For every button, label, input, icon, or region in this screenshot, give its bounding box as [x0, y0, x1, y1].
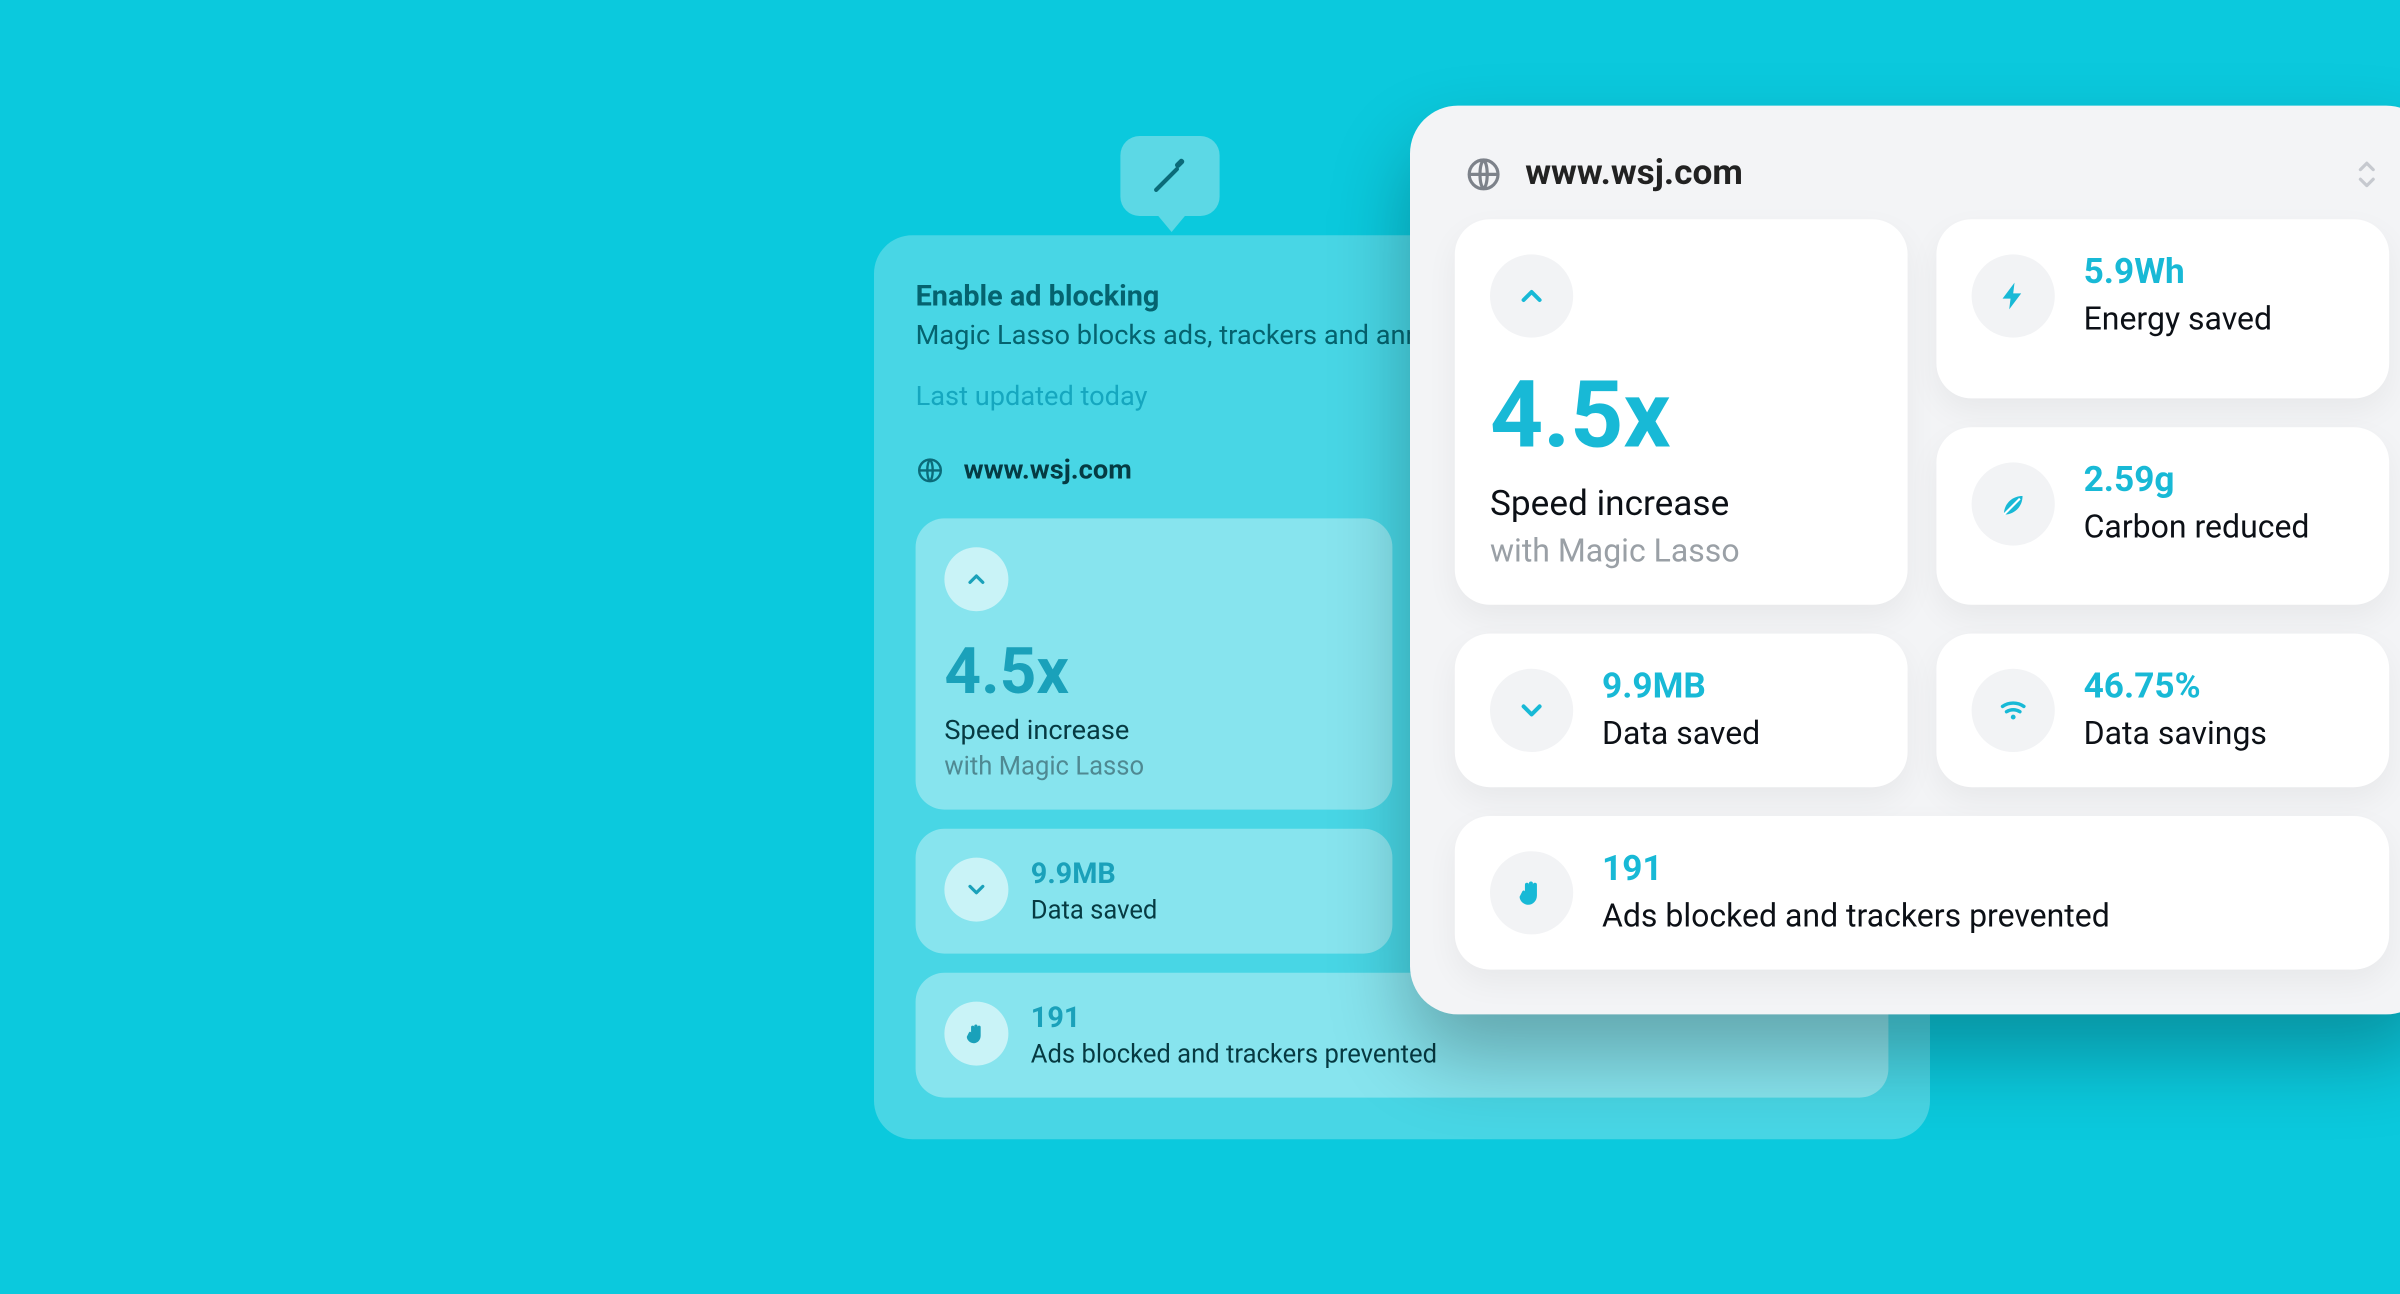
leaf-icon — [1972, 462, 2055, 545]
chevron-down-icon — [1490, 669, 1573, 752]
stats-panel: www.wsj.com 4.5x Speed increase with Mag… — [1410, 106, 2400, 1015]
stat-card-data-savings: 46.75% Data savings — [1936, 634, 2389, 788]
bp-speed-label: Speed increase — [944, 715, 1363, 747]
stat-blocked-value: 191 — [1602, 852, 2110, 891]
toolbar-extension-chip[interactable] — [1120, 136, 1219, 216]
globe-icon — [1464, 154, 1502, 192]
stat-card-energy: 5.9Wh Energy saved — [1936, 219, 2389, 397]
stat-speed-label: Speed increase — [1490, 485, 1872, 525]
bp-blocked-value: 191 — [1031, 1002, 1437, 1036]
chevron-up-icon — [944, 547, 1008, 611]
bolt-icon — [1972, 254, 2055, 337]
bp-speed-sublabel: with Magic Lasso — [944, 750, 1363, 780]
wifi-icon — [1972, 669, 2055, 752]
bp-blocked-label: Ads blocked and trackers prevented — [1031, 1038, 1437, 1068]
bp-data-saved-label: Data saved — [1031, 894, 1158, 924]
popover-site: www.wsj.com — [964, 454, 1132, 486]
chevron-down-icon — [944, 858, 1008, 922]
stat-blocked-label: Ads blocked and trackers prevented — [1602, 897, 2110, 935]
stat-card-speed: 4.5x Speed increase with Magic Lasso — [1455, 219, 1908, 605]
stat-data-saved-value: 9.9MB — [1602, 669, 1760, 708]
stat-card-carbon: 2.59g Carbon reduced — [1936, 426, 2389, 604]
stat-energy-value: 5.9Wh — [2084, 254, 2272, 293]
bp-speed-value: 4.5x — [944, 634, 1363, 709]
stat-data-savings-label: Data savings — [2084, 714, 2267, 752]
wand-icon — [1149, 155, 1191, 197]
stat-carbon-label: Carbon reduced — [2084, 507, 2310, 545]
stat-energy-label: Energy saved — [2084, 300, 2272, 338]
sort-toggle-icon[interactable] — [2354, 158, 2380, 190]
bp-stat-data-saved: 9.9MB Data saved — [916, 829, 1393, 954]
bp-stat-speed: 4.5x Speed increase with Magic Lasso — [916, 518, 1393, 809]
stat-card-blocked: 191 Ads blocked and trackers prevented — [1455, 816, 2389, 970]
stat-speed-sublabel: with Magic Lasso — [1490, 531, 1872, 569]
stat-carbon-value: 2.59g — [2084, 462, 2310, 501]
bp-data-saved-value: 9.9MB — [1031, 858, 1158, 892]
chevron-up-icon — [1490, 254, 1573, 337]
globe-icon — [916, 456, 945, 485]
stat-data-saved-label: Data saved — [1602, 714, 1760, 752]
stat-data-savings-value: 46.75% — [2084, 669, 2267, 708]
hand-icon — [944, 1002, 1008, 1066]
hand-icon — [1490, 852, 1573, 935]
panel-site: www.wsj.com — [1525, 154, 1743, 194]
stat-card-data-saved: 9.9MB Data saved — [1455, 634, 1908, 788]
stat-speed-value: 4.5x — [1490, 370, 1872, 463]
